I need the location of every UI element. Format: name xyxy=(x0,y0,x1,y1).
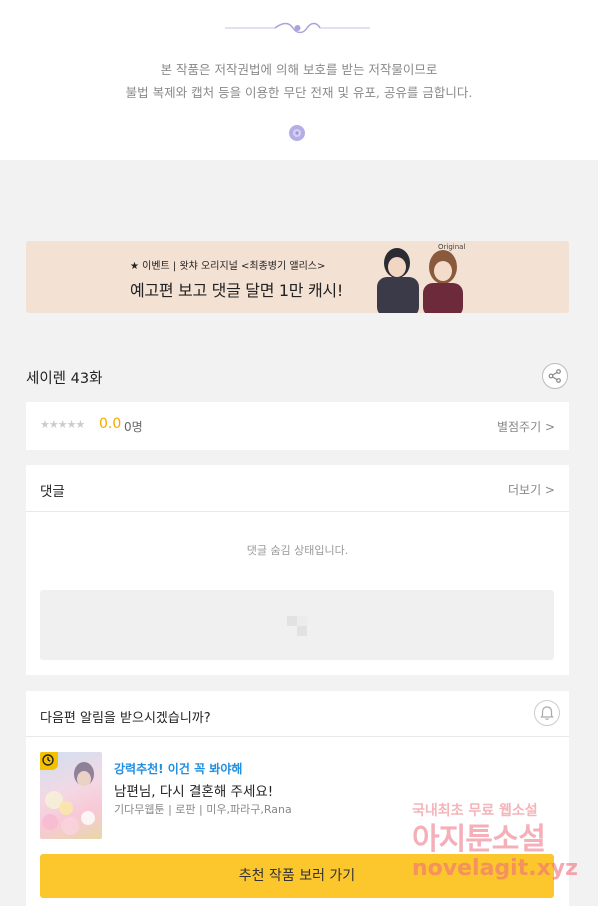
watermark-brand: 아지툰소설 xyxy=(412,822,546,857)
recommended-work-thumbnail[interactable] xyxy=(40,752,102,839)
recommended-work-meta: 기다무웹툰 | 로판 | 미우,파라구,Rana xyxy=(114,803,292,816)
bell-icon xyxy=(540,706,554,720)
notice-line-2: 불법 복제와 캡처 등을 이용한 무단 전재 및 유포, 공유를 금합니다. xyxy=(125,85,473,100)
rating-stars-icon: ★★★★★ xyxy=(40,418,85,431)
divider xyxy=(26,511,569,512)
comment-input-box[interactable] xyxy=(40,590,554,660)
copyright-section: 본 작품은 저작권법에 의해 보호를 받는 저작물이므로 불법 복제와 캡처 등… xyxy=(0,0,598,160)
rate-button[interactable]: 별점주기 > xyxy=(497,418,555,435)
banner-headline: 예고편 보고 댓글 달면 1만 캐시! xyxy=(130,281,343,300)
recommended-work-title[interactable]: 남편님, 다시 결혼해 주세요! xyxy=(114,780,273,800)
notify-bell-button[interactable] xyxy=(534,700,560,726)
comments-hidden-message: 댓글 숨김 상태입니다. xyxy=(246,544,349,557)
rating-count: 0명 xyxy=(124,420,143,434)
watcha-original-logo: Original xyxy=(438,243,466,251)
ornament-divider-icon xyxy=(225,22,370,34)
recommended-cover-art xyxy=(42,762,95,835)
banner-characters-image xyxy=(377,248,463,313)
recommend-tag: 강력추천! 이건 꼭 봐야해 xyxy=(114,762,243,776)
notify-question: 다음편 알림을 받으시겠습니까? xyxy=(40,711,211,726)
event-banner[interactable]: ★ 이벤트 | 왓챠 오리지널 <최종병기 앨리스> 예고편 보고 댓글 달면 … xyxy=(26,241,569,313)
flower-icon xyxy=(289,125,305,141)
watermark-url: novelagit.xyz xyxy=(412,856,578,881)
rating-score: 0.0 xyxy=(99,416,122,432)
comments-title: 댓글 xyxy=(40,484,65,500)
rating-section: ★★★★★ 0.0 0명 별점주기 > xyxy=(26,402,569,450)
comments-section: 댓글 더보기 > 댓글 숨김 상태입니다. xyxy=(26,465,569,675)
banner-subtitle: ★ 이벤트 | 왓챠 오리지널 <최종병기 앨리스> xyxy=(130,261,326,272)
share-icon xyxy=(548,369,561,383)
notice-line-1: 본 작품은 저작권법에 의해 보호를 받는 저작물이므로 xyxy=(160,62,438,77)
episode-title: 세이렌 43화 xyxy=(26,371,103,387)
divider xyxy=(26,736,569,737)
copyright-notice: 본 작품은 저작권법에 의해 보호를 받는 저작물이므로 불법 복제와 캡처 등… xyxy=(0,58,598,104)
share-button[interactable] xyxy=(542,363,568,389)
comments-more-link[interactable]: 더보기 > xyxy=(508,481,555,498)
comment-placeholder-icon xyxy=(287,616,307,636)
